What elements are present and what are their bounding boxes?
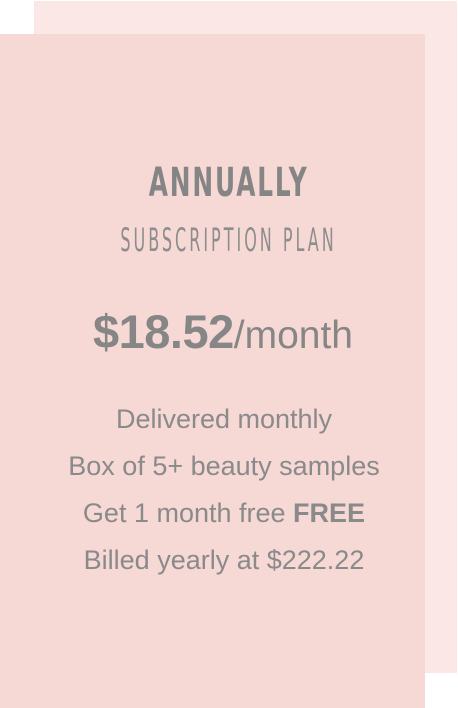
free-badge: FREE [293,498,366,528]
price-amount: $18.52 [93,305,234,358]
feature-text: Get 1 month free [82,498,286,528]
plan-title: ANNUALLY [148,160,309,206]
feature-item: Get 1 month free FREE [0,493,448,540]
feature-list: Delivered monthly Box of 5+ beauty sampl… [0,399,448,587]
pricing-card[interactable] [0,34,425,708]
feature-text: Box of 5+ beauty samples [68,451,380,481]
feature-text: Delivered monthly [115,404,333,434]
plan-subtitle: SUBSCRIPTION PLAN [120,221,337,259]
feature-text: Billed yearly at $222.22 [83,545,365,575]
feature-item: Billed yearly at $222.22 [0,540,448,587]
pricing-card-stage: ANNUALLY SUBSCRIPTION PLAN $18.52/month … [0,0,458,708]
price-row: $18.52/month [0,304,446,359]
feature-item: Delivered monthly [0,399,448,446]
feature-item: Box of 5+ beauty samples [0,446,448,493]
price-period: /month [233,314,353,357]
